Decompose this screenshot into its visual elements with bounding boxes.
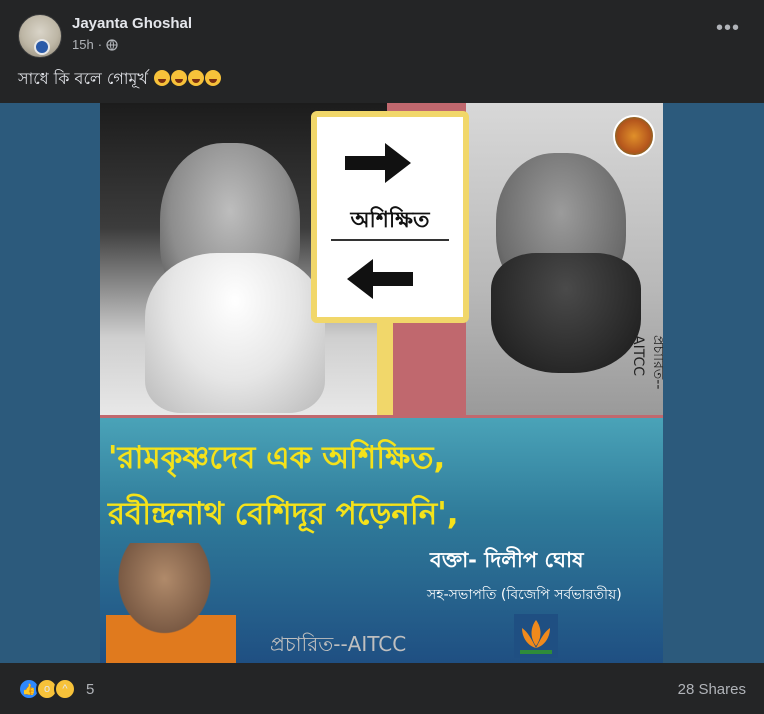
emoji-icon [188, 70, 204, 86]
lotus-icon [514, 614, 558, 658]
post-time[interactable]: 15h [72, 37, 94, 52]
shares-count[interactable]: 28 Shares [678, 681, 746, 698]
poster-top-frame: অশিক্ষিত প্রচারিত--AITCC [100, 103, 663, 418]
speaker-photo [106, 543, 236, 663]
caption-text: সাধে কি বলে গোমূর্খ [18, 69, 148, 88]
sign-post [377, 318, 393, 415]
globe-icon [106, 38, 118, 51]
avatar[interactable] [18, 14, 62, 58]
author-name[interactable]: Jayanta Ghoshal [72, 15, 192, 32]
quote-line-1: 'রামকৃষ্ণদেব এক অশিক্ষিত, [108, 440, 446, 476]
haha-icon: ^ [54, 678, 76, 700]
post-header: Jayanta Ghoshal 15h · ••• [0, 0, 764, 66]
speaker-name: বক্তা- দিলীপ ঘোষ [430, 548, 584, 572]
arrow-left-icon [347, 259, 413, 299]
post-footer: 👍 o ^ 5 28 Shares [0, 670, 764, 710]
party-logo-icon [613, 115, 655, 157]
source-credit: প্রচারিত--AITCC [270, 632, 407, 656]
reaction-count[interactable]: 5 [86, 681, 94, 698]
post-media[interactable]: অশিক্ষিত প্রচারিত--AITCC 'রামকৃষ্ণদেব এক… [0, 103, 764, 663]
avatar-badge [34, 39, 50, 55]
reactions-summary[interactable]: 👍 o ^ 5 [18, 678, 94, 700]
side-watermark: প্রচারিত--AITCC [630, 335, 663, 390]
post-caption: সাধে কি বলে গোমূর্খ [18, 66, 221, 93]
more-options-button[interactable]: ••• [716, 18, 740, 42]
sign-text: অশিক্ষিত [350, 208, 430, 233]
quote-line-2: রবীন্দ্রনাথ বেশিদূর পড়েননি', [108, 496, 459, 532]
emoji-icon [171, 70, 187, 86]
poster-bottom: 'রামকৃষ্ণদেব এক অশিক্ষিত, রবীন্দ্রনাথ বে… [100, 418, 663, 663]
emoji-icon [154, 70, 170, 86]
post-meta: 15h · [72, 37, 118, 52]
direction-sign: অশিক্ষিত [311, 111, 469, 323]
emoji-icon [205, 70, 221, 86]
poster-image: অশিক্ষিত প্রচারিত--AITCC 'রামকৃষ্ণদেব এক… [100, 103, 663, 663]
speaker-role: সহ-সভাপতি (বিজেপি সর্বভারতীয়) [427, 587, 622, 603]
arrow-right-icon [345, 143, 411, 183]
